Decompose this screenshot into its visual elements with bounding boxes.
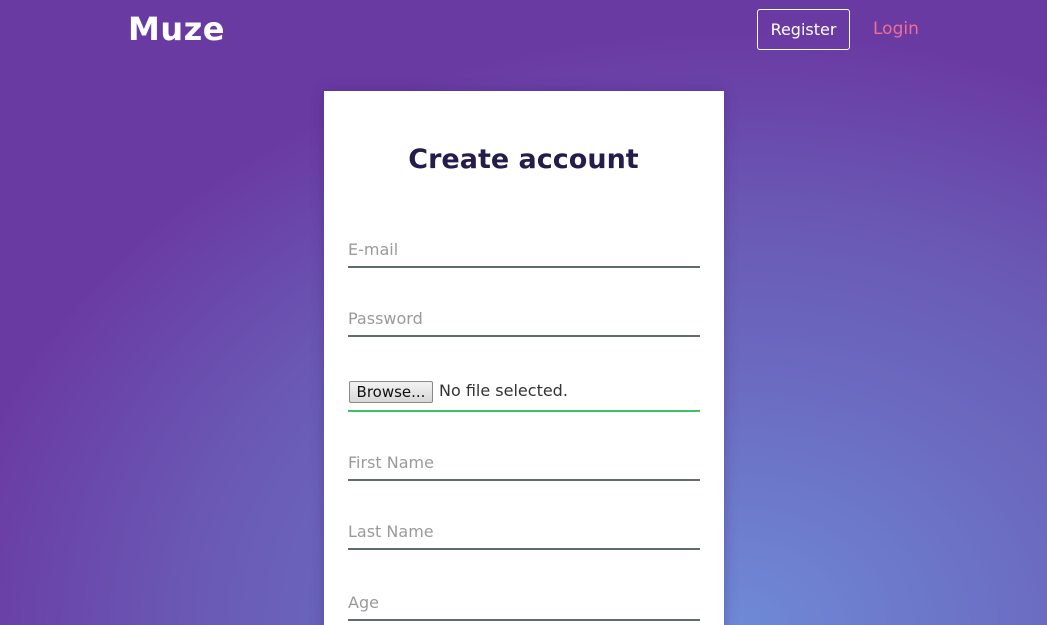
file-upload-field: Browse... No file selected. bbox=[348, 374, 700, 412]
browse-button[interactable]: Browse... bbox=[349, 381, 433, 403]
last-name-field[interactable]: Last Name bbox=[348, 512, 700, 550]
password-placeholder: Password bbox=[348, 309, 423, 328]
register-button[interactable]: Register bbox=[757, 9, 850, 50]
brand-logo[interactable]: Muze bbox=[128, 9, 225, 49]
first-name-placeholder: First Name bbox=[348, 453, 434, 472]
password-field[interactable]: Password bbox=[348, 299, 700, 337]
top-navigation-bar: Muze Register Login bbox=[0, 0, 1047, 60]
email-placeholder: E-mail bbox=[348, 240, 399, 259]
file-status-text: No file selected. bbox=[439, 381, 568, 400]
first-name-field[interactable]: First Name bbox=[348, 443, 700, 481]
login-link[interactable]: Login bbox=[873, 9, 919, 50]
age-field[interactable]: Age bbox=[348, 583, 700, 621]
page-title: Create account bbox=[408, 144, 639, 175]
age-placeholder: Age bbox=[348, 593, 379, 612]
email-field[interactable]: E-mail bbox=[348, 230, 700, 268]
last-name-placeholder: Last Name bbox=[348, 522, 434, 541]
